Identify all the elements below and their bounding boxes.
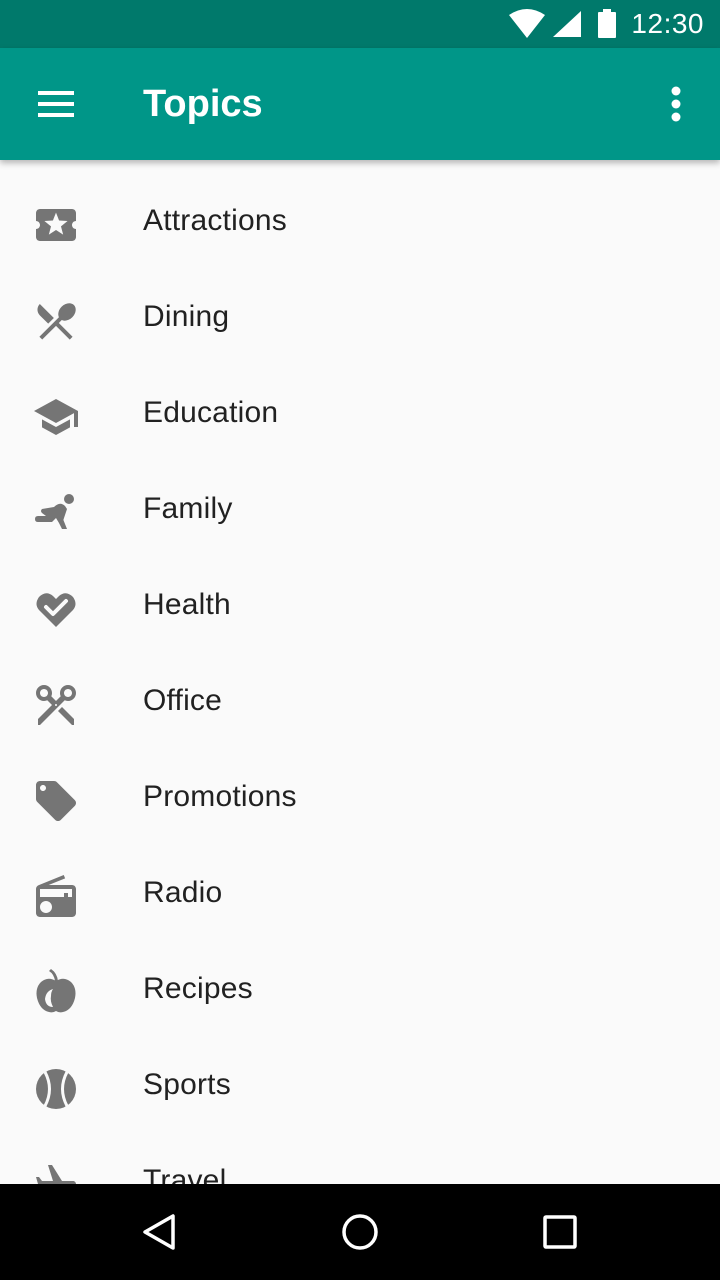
- more-vert-icon: [671, 86, 681, 122]
- list-item-label: Recipes: [143, 972, 253, 1005]
- list-item-label: Family: [143, 492, 233, 525]
- status-time: 12:30: [631, 8, 704, 39]
- page-title: Topics: [143, 83, 263, 125]
- list-item-promotions[interactable]: Promotions: [0, 749, 720, 845]
- restaurant-icon: [37, 303, 76, 340]
- list-item-label: Office: [143, 684, 223, 717]
- list-item-family[interactable]: Family: [0, 461, 720, 557]
- list-item-travel[interactable]: Travel: [0, 1133, 720, 1184]
- recents-icon: [543, 1215, 577, 1249]
- airplane-icon: [36, 1165, 76, 1184]
- apple-icon: [36, 969, 76, 1013]
- screen: 12:30 Topics Attractions Dining Educatio…: [0, 0, 720, 1280]
- back-icon: [143, 1214, 175, 1250]
- radio-icon: [36, 875, 76, 917]
- child-play-icon: [35, 494, 74, 529]
- list-item-recipes[interactable]: Recipes: [0, 941, 720, 1037]
- list-item-office[interactable]: Office: [0, 653, 720, 749]
- list-item-radio[interactable]: Radio: [0, 845, 720, 941]
- battery-icon: [598, 9, 617, 38]
- status-icons: 12:30: [509, 0, 704, 48]
- cellular-signal-icon: [553, 11, 582, 37]
- list-item-label: Education: [143, 396, 279, 429]
- status-bar: 12:30: [0, 0, 720, 48]
- topic-list: Attractions Dining Education Family Heal…: [0, 160, 720, 1184]
- wifi-icon: [509, 9, 546, 38]
- app-bar: Topics: [0, 48, 720, 160]
- list-item-label: Promotions: [143, 780, 297, 813]
- ticket-star-icon: [36, 209, 76, 241]
- graduation-cap-icon: [34, 399, 78, 435]
- list-item-health[interactable]: Health: [0, 557, 720, 653]
- tag-icon: [36, 781, 76, 821]
- list-item-dining[interactable]: Dining: [0, 269, 720, 365]
- home-button[interactable]: [328, 1200, 392, 1264]
- list-item-attractions[interactable]: Attractions: [0, 173, 720, 269]
- navigation-bar: [0, 1184, 720, 1280]
- scissors-icon: [36, 685, 76, 725]
- list-item-label: Sports: [143, 1068, 231, 1101]
- recents-button[interactable]: [528, 1200, 592, 1264]
- menu-button[interactable]: [24, 80, 88, 128]
- list-item-label: Travel: [143, 1164, 227, 1184]
- list-item-label: Attractions: [143, 204, 287, 237]
- overflow-menu-button[interactable]: [652, 80, 700, 128]
- heart-check-icon: [36, 593, 76, 627]
- list-item-sports[interactable]: Sports: [0, 1037, 720, 1133]
- home-icon: [342, 1214, 378, 1250]
- back-button[interactable]: [128, 1200, 192, 1264]
- tennis-ball-icon: [36, 1069, 76, 1109]
- list-item-label: Radio: [143, 876, 223, 909]
- list-item-education[interactable]: Education: [0, 365, 720, 461]
- hamburger-menu-icon: [38, 91, 74, 117]
- list-item-label: Dining: [143, 300, 230, 333]
- list-item-label: Health: [143, 588, 231, 621]
